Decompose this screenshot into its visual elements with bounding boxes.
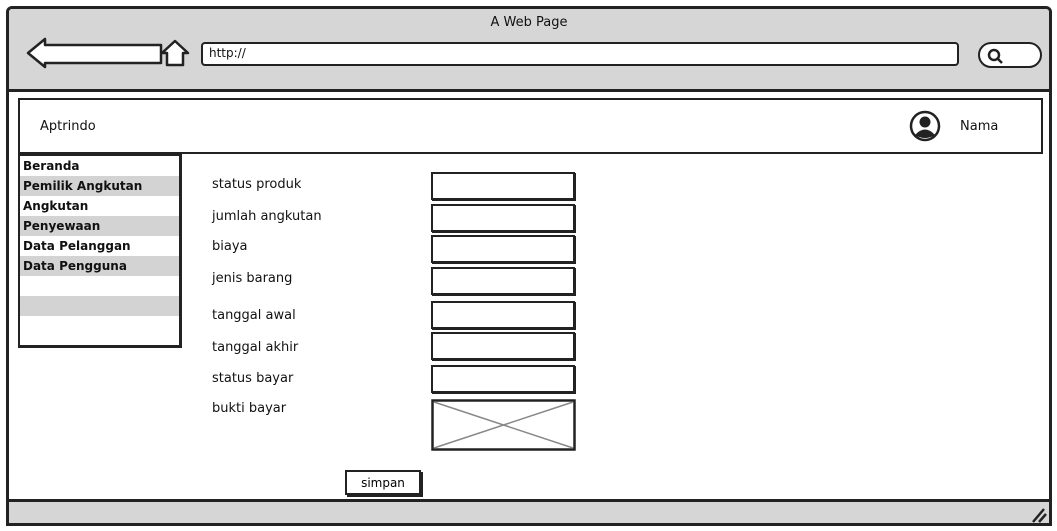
status-bayar-input[interactable] [431, 365, 575, 393]
label-status-produk: status produk [212, 177, 302, 192]
brand-name[interactable]: Aptrindo [40, 119, 96, 134]
window-title: A Web Page [490, 15, 568, 30]
search-button[interactable] [978, 42, 1042, 68]
sidebar-item-data-pengguna[interactable]: Data Pengguna [20, 256, 179, 276]
address-bar[interactable]: http:// [201, 42, 959, 66]
app-header: Aptrindo Nama [18, 98, 1043, 154]
resize-grip-icon[interactable] [1029, 505, 1047, 523]
browser-window: A Web Page http:// Aptrindo Nama Beranda… [6, 6, 1052, 526]
bukti-bayar-upload[interactable] [431, 399, 576, 451]
browser-toolbar: A Web Page http:// [9, 9, 1049, 92]
back-button[interactable] [25, 36, 165, 70]
image-placeholder-icon [431, 399, 576, 451]
label-tanggal-akhir: tanggal akhir [212, 340, 299, 355]
jumlah-angkutan-input[interactable] [431, 204, 575, 232]
sidebar-item-beranda[interactable]: Beranda [20, 156, 179, 176]
label-jenis-barang: jenis barang [212, 271, 293, 286]
tanggal-akhir-input[interactable] [431, 332, 575, 360]
label-status-bayar: status bayar [212, 371, 294, 386]
sidebar-item-pemilik-angkutan[interactable]: Pemilik Angkutan [20, 176, 179, 196]
biaya-input[interactable] [431, 235, 575, 263]
label-tanggal-awal: tanggal awal [212, 308, 296, 323]
label-biaya: biaya [212, 239, 248, 254]
user-avatar[interactable] [909, 110, 941, 142]
user-avatar-icon [909, 110, 941, 142]
home-icon [160, 39, 190, 67]
user-name[interactable]: Nama [960, 119, 998, 134]
label-jumlah-angkutan: jumlah angkutan [212, 209, 322, 224]
label-bukti-bayar: bukti bayar [212, 401, 287, 416]
home-button[interactable] [159, 37, 191, 69]
status-bar [9, 499, 1049, 523]
save-button[interactable]: simpan [345, 470, 421, 495]
status-produk-input[interactable] [431, 172, 575, 200]
sidebar-empty-row [20, 276, 179, 296]
back-arrow-icon [26, 37, 163, 69]
sidebar-item-penyewaan[interactable]: Penyewaan [20, 216, 179, 236]
search-icon [987, 48, 1003, 64]
sidebar-item-angkutan[interactable]: Angkutan [20, 196, 179, 216]
jenis-barang-input[interactable] [431, 267, 575, 295]
sidebar-empty-row [20, 296, 179, 316]
tanggal-awal-input[interactable] [431, 301, 575, 329]
sidebar-menu: Beranda Pemilik Angkutan Angkutan Penyew… [18, 154, 182, 348]
sidebar-item-data-pelanggan[interactable]: Data Pelanggan [20, 236, 179, 256]
